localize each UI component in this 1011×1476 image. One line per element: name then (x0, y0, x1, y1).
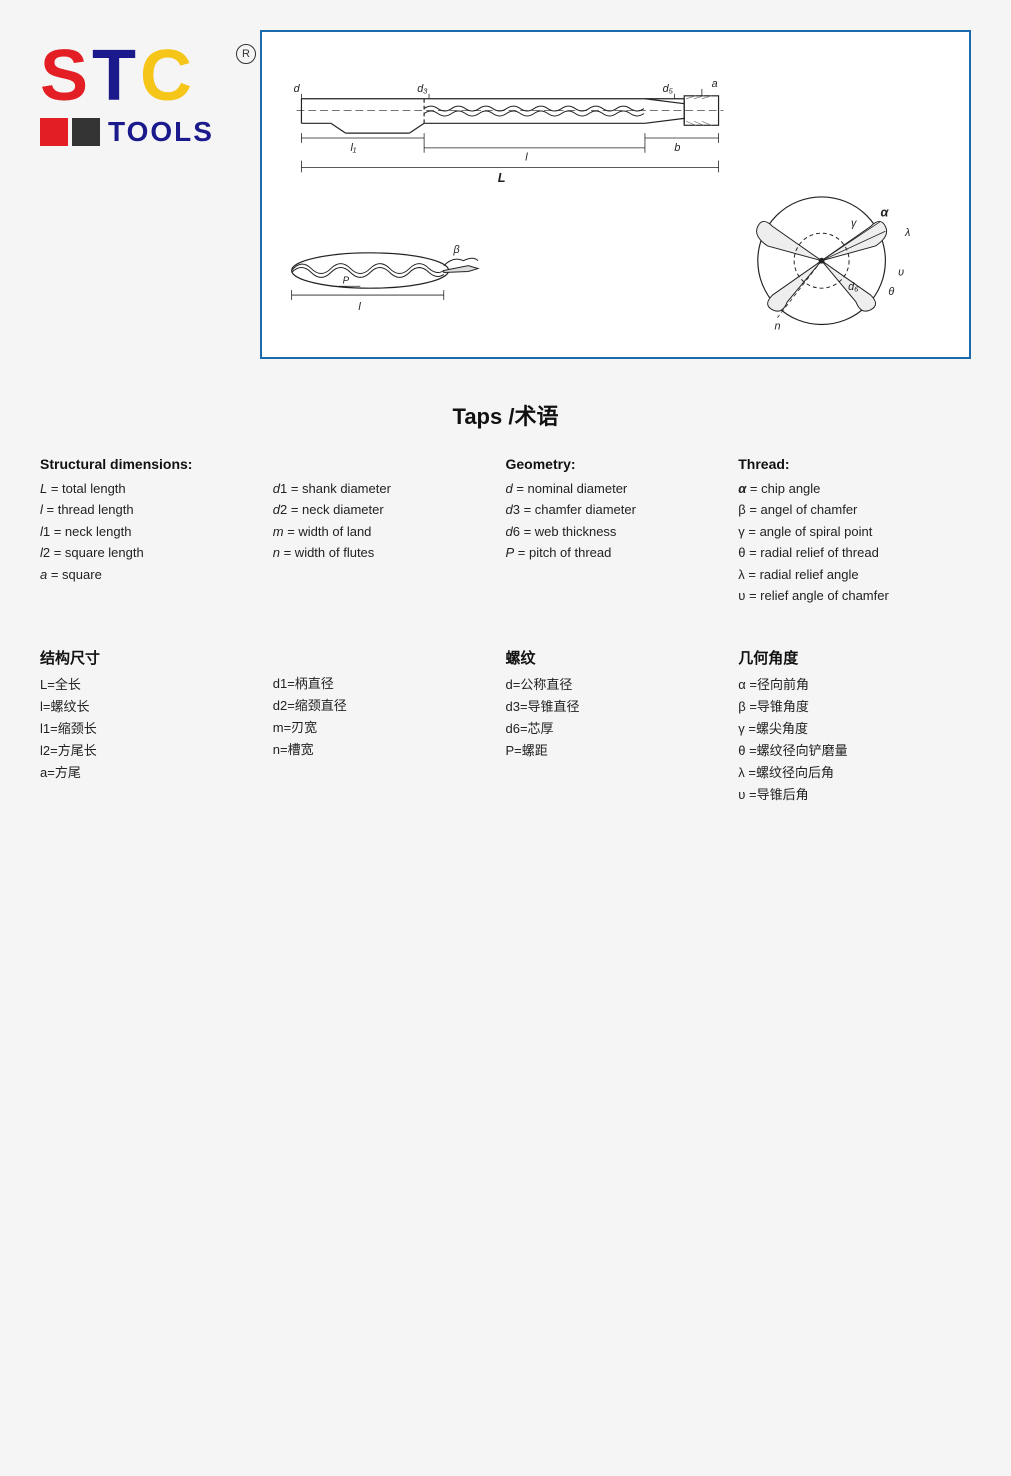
thread-item-lambda: λ = radial relief angle (738, 564, 961, 585)
svg-text:α: α (880, 205, 889, 220)
logo-bar: TOOLS (40, 116, 240, 148)
cn-geo-beta: β =导锥角度 (738, 696, 961, 718)
svg-text:a: a (712, 78, 718, 90)
struct-item-d1: d1 = shank diameter (273, 478, 496, 499)
cn-geometry-col: 几何角度 α =径向前角 β =导锥角度 γ =螺尖角度 θ =螺纹径向铲磨量 … (738, 647, 971, 807)
cn-thread-P: P=螺距 (506, 740, 729, 762)
logo-s-letter: S (40, 40, 88, 112)
cn-geo-alpha: α =径向前角 (738, 674, 961, 696)
geo-item-d: d = nominal diameter (506, 478, 729, 499)
structural-dimensions-col2: d1 = shank diameter d2 = neck diameter m… (273, 456, 506, 607)
chinese-section: 结构尺寸 L=全长 l=螺纹长 l1=缩颈长 l2=方尾长 a=方尾 d1=柄直… (40, 647, 971, 807)
struct-item-l1: l1 = neck length (40, 521, 263, 542)
cn-geo-theta: θ =螺纹径向铲磨量 (738, 740, 961, 762)
geo-item-d3: d3 = chamfer diameter (506, 499, 729, 520)
svg-text:n: n (774, 320, 780, 332)
svg-text:λ: λ (904, 227, 910, 239)
logo-stc: S T C R (40, 40, 240, 112)
geo-item-P: P = pitch of thread (506, 542, 729, 563)
cn-geo-gamma: γ =螺尖角度 (738, 718, 961, 740)
struct-item-a: a = square (40, 564, 263, 585)
cn-struct-n: n=槽宽 (273, 739, 496, 761)
geometry-header: Geometry: (506, 456, 729, 472)
thread-col: Thread: α = chip angle β = angel of cham… (738, 456, 971, 607)
struct-item-n: n = width of flutes (273, 542, 496, 563)
thread-item-theta: θ = radial relief of thread (738, 542, 961, 563)
cn-geo-lambda: λ =螺纹径向后角 (738, 762, 961, 784)
page-title: Taps /术语 (40, 399, 971, 431)
cn-thread-d: d=公称直径 (506, 674, 729, 696)
cn-struct-d1: d1=柄直径 (273, 673, 496, 695)
logo-t-letter: T (92, 40, 136, 112)
top-section: S T C R TOOLS (40, 30, 971, 359)
logo-red-square (40, 118, 68, 146)
cn-struct-l2: l2=方尾长 (40, 740, 263, 762)
thread-item-gamma: γ = angle of spiral point (738, 521, 961, 542)
svg-text:l₁: l₁ (351, 142, 357, 154)
svg-text:θ: θ (888, 286, 894, 298)
struct-item-L: L = total length (40, 478, 263, 499)
geometry-col: Geometry: d = nominal diameter d3 = cham… (506, 456, 739, 607)
svg-text:υ: υ (898, 266, 904, 278)
thread-item-alpha: α = chip angle (738, 478, 961, 499)
registered-icon: R (236, 44, 256, 64)
svg-text:d: d (294, 83, 301, 95)
struct-item-l: l = thread length (40, 499, 263, 520)
logo-black-square (72, 118, 100, 146)
svg-text:d₃: d₃ (417, 83, 427, 95)
cn-struct-a: a=方尾 (40, 762, 263, 784)
cn-thread-header: 螺纹 (506, 647, 729, 668)
svg-text:L: L (498, 170, 506, 185)
logo-tools-text: TOOLS (108, 116, 214, 148)
svg-text:β: β (453, 244, 460, 256)
svg-text:d₅: d₅ (663, 83, 674, 95)
thread-header: Thread: (738, 456, 961, 472)
cn-struct-l1: l1=缩颈长 (40, 718, 263, 740)
thread-item-beta: β = angel of chamfer (738, 499, 961, 520)
cn-structural-col: 结构尺寸 L=全长 l=螺纹长 l1=缩颈长 l2=方尾长 a=方尾 (40, 647, 273, 807)
cn-struct-L: L=全长 (40, 674, 263, 696)
svg-text:γ: γ (851, 217, 857, 229)
cn-geometry-header: 几何角度 (738, 647, 961, 668)
cn-geo-upsilon: υ =导锥后角 (738, 784, 961, 806)
svg-text:d₆: d₆ (848, 281, 859, 293)
structural-dimensions-header: Structural dimensions: (40, 456, 263, 472)
cn-struct-l: l=螺纹长 (40, 696, 263, 718)
title-section: Taps /术语 (40, 399, 971, 431)
svg-text:P: P (343, 275, 350, 286)
svg-text:l: l (525, 152, 528, 164)
svg-text:l: l (358, 301, 361, 313)
struct-item-d2: d2 = neck diameter (273, 499, 496, 520)
logo-c-letter: C (140, 40, 192, 112)
cn-thread-d6: d6=芯厚 (506, 718, 729, 740)
page: S T C R TOOLS (0, 0, 1011, 1476)
cn-structural-header: 结构尺寸 (40, 647, 263, 668)
diagram-area: d d₃ d₅ a l₁ l (260, 30, 971, 359)
cn-structural-col2: d1=柄直径 d2=缩颈直径 m=刃宽 n=槽宽 (273, 647, 506, 807)
technical-diagram: d d₃ d₅ a l₁ l (272, 42, 959, 342)
terminology-section: Structural dimensions: L = total length … (40, 456, 971, 607)
structural-dimensions-col: Structural dimensions: L = total length … (40, 456, 273, 607)
cn-struct-m: m=刃宽 (273, 717, 496, 739)
cn-struct-d2: d2=缩颈直径 (273, 695, 496, 717)
cn-thread-d3: d3=导锥直径 (506, 696, 729, 718)
logo-area: S T C R TOOLS (40, 30, 240, 148)
svg-text:b: b (674, 142, 680, 154)
struct-item-m: m = width of land (273, 521, 496, 542)
thread-item-upsilon: υ = relief angle of chamfer (738, 585, 961, 606)
struct-item-l2: l2 = square length (40, 542, 263, 563)
geo-item-d6: d6 = web thickness (506, 521, 729, 542)
cn-thread-col: 螺纹 d=公称直径 d3=导锥直径 d6=芯厚 P=螺距 (506, 647, 739, 807)
logo-squares (40, 118, 100, 146)
